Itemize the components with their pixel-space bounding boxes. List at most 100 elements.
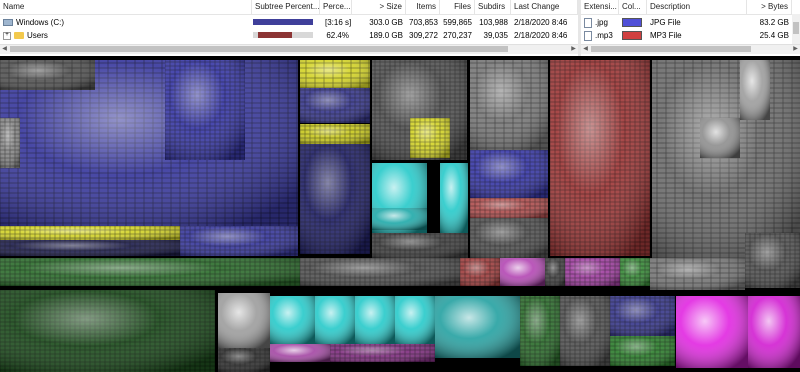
- tree-item-label: Users: [27, 31, 48, 40]
- drive-icon: [3, 19, 13, 27]
- folder-icon: [14, 32, 24, 40]
- treemap-block-shading: [270, 344, 330, 362]
- treemap-block-shading: [300, 88, 370, 123]
- treemap-block-shading: [460, 258, 500, 286]
- treemap-block-shading: [470, 60, 548, 150]
- last-change-value: 2/18/2020 8:46: [514, 31, 568, 40]
- tree-cell-name: + Users: [0, 30, 252, 41]
- treemap-block-shading: [440, 163, 468, 233]
- treemap-block-shading: [0, 240, 180, 256]
- treemap-block-shading: [470, 218, 548, 258]
- treemap-block-shading: [0, 226, 180, 240]
- directory-list-pane: Name Subtree Percent... Perce... > Size …: [0, 0, 579, 56]
- size-value: 303.0 GB: [369, 18, 403, 27]
- column-header-bytes[interactable]: > Bytes: [747, 0, 792, 14]
- treemap-block-shading: [218, 293, 270, 348]
- treemap-block-shading: [218, 348, 270, 372]
- column-header-color[interactable]: Col...: [619, 0, 647, 14]
- extension-row-mp3[interactable]: .mp3 MP3 File 25.4 GB: [581, 30, 800, 41]
- treemap-block-shading: [652, 60, 800, 258]
- treemap-block-shading: [165, 60, 245, 160]
- treemap-block-shading: [315, 296, 355, 344]
- treemap-block-shading: [745, 233, 800, 288]
- bytes-value: 83.2 GB: [759, 18, 789, 27]
- bytes-value: 25.4 GB: [759, 31, 789, 40]
- column-header-description[interactable]: Description: [647, 0, 747, 14]
- items-value: 703,853: [409, 18, 438, 27]
- extension-label: .jpg: [595, 18, 608, 27]
- treemap-block-shading: [372, 208, 427, 230]
- column-header-files[interactable]: Files: [440, 0, 475, 14]
- jpg-file-icon: [584, 17, 592, 28]
- treemap-block-shading: [676, 296, 748, 368]
- scroll-left-icon[interactable]: ◀: [581, 45, 590, 54]
- treemap-block-shading: [180, 226, 298, 256]
- description-value: JPG File: [650, 18, 681, 27]
- color-swatch: [622, 31, 642, 41]
- column-header-subdirs[interactable]: Subdirs: [475, 0, 511, 14]
- treemap-view[interactable]: [0, 58, 800, 372]
- color-cell: [619, 17, 647, 28]
- size-value: 189.0 GB: [369, 31, 403, 40]
- column-header-size[interactable]: > Size: [352, 0, 406, 14]
- color-cell: [619, 30, 647, 41]
- tree-row-windows-c[interactable]: Windows (C:) [3:16 s] 303.0 GB 703,853 5…: [0, 17, 578, 28]
- subtree-percent-bar: [258, 32, 292, 38]
- treemap-block-shading: [545, 258, 565, 286]
- column-header-items[interactable]: Items: [406, 0, 440, 14]
- scrollbar-thumb[interactable]: [10, 46, 508, 52]
- items-value: 309,272: [409, 31, 438, 40]
- scroll-right-icon[interactable]: ▶: [569, 45, 578, 54]
- column-header-subtree-percent[interactable]: Subtree Percent...: [252, 0, 320, 14]
- treemap-block-shading: [650, 258, 745, 290]
- treemap-block-shading: [500, 258, 545, 286]
- column-header-extension[interactable]: Extensi...: [581, 0, 619, 14]
- treemap-block-shading: [748, 296, 800, 368]
- directory-list-header: Name Subtree Percent... Perce... > Size …: [0, 0, 578, 15]
- subtree-percent-bar: [253, 19, 313, 25]
- column-header-last-change[interactable]: Last Change: [511, 0, 578, 14]
- files-value: 599,865: [443, 18, 472, 27]
- description-value: MP3 File: [650, 31, 682, 40]
- tree-cell-name: Windows (C:): [0, 17, 252, 28]
- scrollbar-thumb[interactable]: [793, 22, 799, 34]
- extension-row-jpg[interactable]: .jpg JPG File 83.2 GB: [581, 17, 800, 28]
- extension-cell: .mp3: [581, 30, 619, 41]
- treemap-block-shading: [300, 124, 370, 144]
- scrollbar-thumb[interactable]: [591, 46, 751, 52]
- treemap-block-shading: [470, 198, 548, 218]
- last-change-value: 2/18/2020 8:46: [514, 18, 568, 27]
- treemap-block-shading: [300, 144, 370, 254]
- treemap-block-shading: [0, 118, 20, 168]
- tree-row-users[interactable]: + Users 62.4% 189.0 GB 309,272 270,237 39…: [0, 30, 578, 41]
- scroll-left-icon[interactable]: ◀: [0, 45, 9, 54]
- treemap-block-shading: [300, 258, 460, 286]
- treemap-block-shading: [435, 296, 520, 358]
- treemap-block-shading: [372, 233, 468, 258]
- treemap-block-shading: [0, 290, 215, 372]
- extension-list-pane: Extensi... Col... Description > Bytes .j…: [581, 0, 800, 56]
- subdirs-value: 39,035: [483, 31, 508, 40]
- mp3-file-icon: [584, 30, 592, 41]
- percent-value: 62.4%: [326, 31, 349, 40]
- expand-icon[interactable]: +: [3, 31, 11, 40]
- horizontal-scrollbar[interactable]: ◀ ▶: [0, 44, 578, 54]
- treemap-block-shading: [620, 258, 650, 286]
- treemap-block-shading: [300, 60, 370, 88]
- treemap-block-shading: [270, 296, 315, 344]
- treemap-block-shading: [355, 296, 395, 344]
- horizontal-scrollbar[interactable]: ◀ ▶: [581, 44, 800, 54]
- treemap-block-shading: [565, 258, 620, 286]
- files-value: 270,237: [443, 31, 472, 40]
- column-header-percent[interactable]: Perce...: [320, 0, 352, 14]
- treemap-block-shading: [700, 118, 740, 158]
- column-header-name[interactable]: Name: [0, 0, 252, 14]
- extension-list-header: Extensi... Col... Description > Bytes: [581, 0, 800, 15]
- treemap-block-shading: [330, 344, 435, 362]
- treemap-block-shading: [610, 296, 675, 336]
- color-swatch: [622, 18, 642, 28]
- extension-cell: .jpg: [581, 17, 619, 28]
- subdirs-value: 103,988: [479, 18, 508, 27]
- treemap-block-shading: [550, 60, 650, 256]
- scroll-right-icon[interactable]: ▶: [791, 45, 800, 54]
